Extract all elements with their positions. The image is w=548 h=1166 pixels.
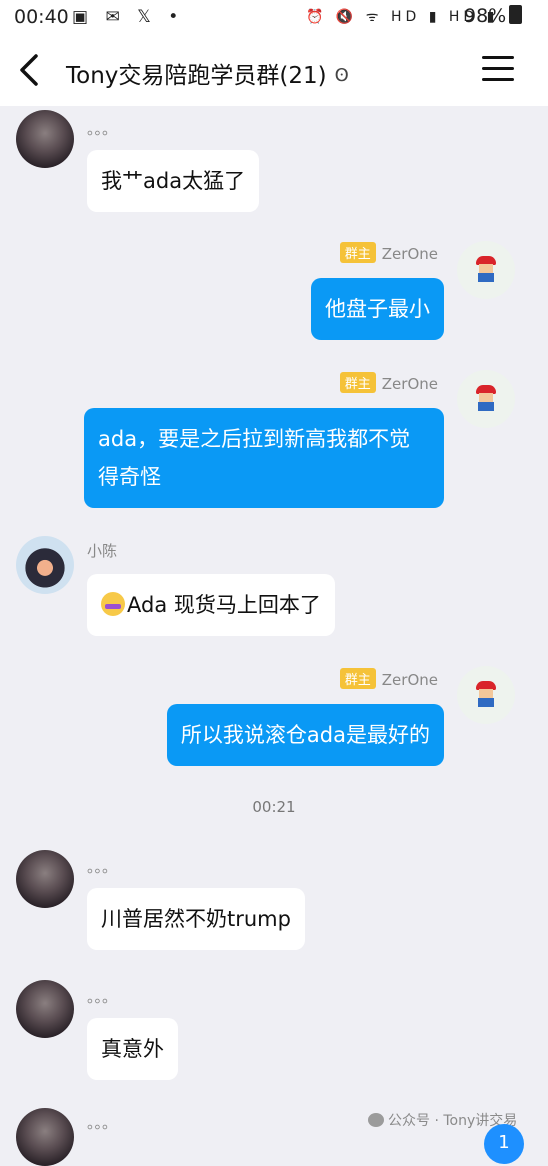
mario-avatar-icon bbox=[476, 256, 496, 282]
chat-title: Tony交易陪跑学员群(21) bbox=[66, 63, 327, 89]
sender-name: 小陈 bbox=[87, 542, 118, 560]
notification-icons: ▣ ✉ 𝕏 • bbox=[72, 7, 185, 27]
avatar[interactable] bbox=[457, 666, 515, 724]
avatar[interactable] bbox=[16, 850, 74, 908]
avatar[interactable] bbox=[457, 241, 515, 299]
battery-percent: 98% bbox=[464, 5, 507, 27]
sender-name: 。。。 bbox=[87, 988, 118, 1006]
avatar[interactable] bbox=[457, 370, 515, 428]
sender-name: ZerOne bbox=[381, 245, 438, 263]
sender-name: ZerOne bbox=[381, 671, 438, 689]
unread-count-button[interactable]: 1 bbox=[484, 1124, 524, 1164]
message-bubble[interactable]: 所以我说滚仓ada是最好的 bbox=[166, 704, 444, 766]
avatar[interactable] bbox=[16, 536, 74, 594]
battery-indicator: 98% bbox=[464, 5, 523, 27]
owner-badge: 群主 bbox=[339, 372, 376, 393]
owner-badge: 群主 bbox=[339, 668, 376, 689]
status-time: 00:40 bbox=[14, 6, 69, 28]
sender-line: 群主 ZerOne bbox=[339, 242, 438, 263]
chevron-left-icon bbox=[20, 54, 38, 86]
status-bar: 00:40 ▣ ✉ 𝕏 • ⏰ 🔇 ᯤ HD ▮ HD ▮ 98% bbox=[0, 0, 548, 34]
message-bubble[interactable]: 真意外 bbox=[87, 1018, 178, 1080]
mario-avatar-icon bbox=[476, 681, 496, 707]
message-bubble[interactable]: Ada 现货马上回本了 bbox=[87, 574, 335, 636]
menu-icon-line bbox=[482, 67, 514, 70]
ear-icon[interactable]: ʘ bbox=[335, 65, 349, 86]
avatar[interactable] bbox=[16, 110, 74, 168]
chat-title-area: Tony交易陪跑学员群(21) ʘ bbox=[66, 56, 349, 90]
message-text: Ada 现货马上回本了 bbox=[127, 593, 321, 617]
chat-header: Tony交易陪跑学员群(21) ʘ bbox=[0, 34, 548, 106]
sender-line: 群主 ZerOne bbox=[339, 372, 438, 393]
emoji-icon bbox=[101, 592, 125, 616]
chat-timestamp: 00:21 bbox=[252, 798, 296, 816]
wechat-icon bbox=[368, 1113, 384, 1127]
menu-icon-line bbox=[482, 78, 514, 81]
sender-name: ZerOne bbox=[381, 375, 438, 393]
sender-line: 群主 ZerOne bbox=[339, 668, 438, 689]
avatar[interactable] bbox=[16, 1108, 74, 1166]
message-bubble[interactable]: ada，要是之后拉到新高我都不觉得奇怪 bbox=[84, 408, 444, 508]
sender-name: 。。。 bbox=[87, 1114, 118, 1132]
message-bubble[interactable]: 川普居然不奶trump bbox=[87, 888, 305, 950]
avatar[interactable] bbox=[16, 980, 74, 1038]
menu-icon-line bbox=[482, 56, 514, 59]
menu-button[interactable] bbox=[482, 56, 514, 84]
message-bubble[interactable]: 他盘子最小 bbox=[311, 278, 444, 340]
sender-name: 。。。 bbox=[87, 120, 118, 138]
message-bubble[interactable]: 我艹ada太猛了 bbox=[87, 150, 260, 212]
mario-avatar-icon bbox=[476, 385, 496, 411]
sender-name: 。。。 bbox=[87, 858, 118, 876]
owner-badge: 群主 bbox=[339, 242, 376, 263]
battery-icon bbox=[509, 5, 523, 24]
back-button[interactable] bbox=[14, 50, 48, 90]
